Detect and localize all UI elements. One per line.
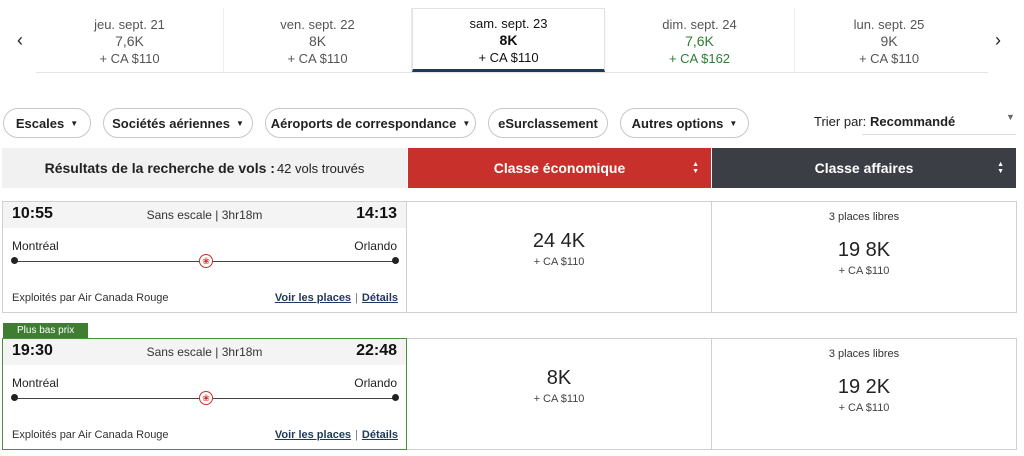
business-fare-cell-2[interactable]: 3 places libres 19 2K + CA $110 bbox=[712, 338, 1017, 450]
connecting-airports-filter-button[interactable]: Aéroports de correspondance ▼ bbox=[265, 108, 476, 138]
flight-links: Voir les places | Détails bbox=[275, 429, 398, 441]
date-tab-label: lun. sept. 25 bbox=[853, 16, 925, 32]
date-tab-label: dim. sept. 24 bbox=[662, 16, 737, 32]
details-link[interactable]: Détails bbox=[362, 292, 398, 304]
destination-dot-icon bbox=[392, 394, 399, 401]
flight-row-1[interactable]: 10:55 Sans escale | 3hr18m 14:13 Montréa… bbox=[2, 201, 407, 313]
date-tab-points: 8K bbox=[308, 32, 327, 49]
caret-down-icon: ▼ bbox=[235, 118, 244, 128]
business-fare-cell-1[interactable]: 3 places libres 19 8K + CA $110 bbox=[712, 201, 1017, 313]
caret-down-icon: ▼ bbox=[462, 118, 471, 128]
date-tab-cash: + CA $110 bbox=[287, 50, 348, 66]
economy-fare-cell-2[interactable]: 8K + CA $110 bbox=[407, 338, 712, 450]
date-tab-sept-25[interactable]: lun. sept. 25 9K + CA $110 bbox=[795, 8, 983, 72]
airlines-filter-label: Sociétés aériennes bbox=[112, 115, 230, 131]
lowest-price-badge: Plus bas prix bbox=[3, 323, 89, 338]
link-separator: | bbox=[355, 429, 358, 441]
economy-cabin-header[interactable]: Classe économique ▲ ▼ bbox=[408, 148, 711, 188]
economy-cabin-label: Classe économique bbox=[493, 160, 626, 176]
date-tab-sept-22[interactable]: ven. sept. 22 8K + CA $110 bbox=[224, 8, 412, 72]
results-count: 42 vols trouvés bbox=[276, 160, 365, 176]
details-link[interactable]: Détails bbox=[362, 429, 398, 441]
date-tab-points: 9K bbox=[880, 32, 898, 49]
business-cash: + CA $110 bbox=[838, 402, 890, 414]
sort-arrows-icon[interactable]: ▲ ▼ bbox=[692, 161, 699, 175]
results-title: Résultats de la recherche de vols : bbox=[44, 160, 275, 176]
date-tab-points: 7,6K bbox=[685, 32, 714, 49]
origin-dot-icon bbox=[11, 394, 18, 401]
sort-select-underline bbox=[862, 134, 1016, 135]
date-tab-cash: + CA $110 bbox=[478, 49, 539, 65]
business-points: 19 2K bbox=[837, 376, 891, 398]
date-tab-sept-24[interactable]: dim. sept. 24 7,6K + CA $162 bbox=[605, 8, 795, 72]
stops-filter-button[interactable]: Escales ▼ bbox=[3, 108, 91, 138]
flight-links: Voir les places | Détails bbox=[275, 292, 398, 304]
operator-text: Exploités par Air Canada Rouge bbox=[12, 429, 169, 441]
date-tab-cash: + CA $110 bbox=[858, 50, 920, 66]
date-tab-label: sam. sept. 23 bbox=[469, 15, 548, 31]
results-header: Résultats de la recherche de vols : 42 v… bbox=[2, 148, 407, 188]
flight-row-2[interactable]: 19:30 Sans escale | 3hr18m 22:48 Montréa… bbox=[2, 338, 407, 450]
arrival-time: 14:13 bbox=[356, 205, 397, 222]
view-seats-link[interactable]: Voir les places bbox=[275, 292, 351, 304]
business-cabin-header[interactable]: Classe affaires ▲ ▼ bbox=[712, 148, 1016, 188]
caret-down-icon: ▼ bbox=[70, 118, 79, 128]
more-options-filter-button[interactable]: Autres options ▼ bbox=[620, 108, 749, 138]
date-tab-label: jeu. sept. 21 bbox=[94, 16, 165, 32]
sort-select[interactable]: Recommandé bbox=[870, 114, 955, 129]
economy-points: 8K bbox=[546, 367, 572, 389]
origin-city: Montréal bbox=[12, 239, 59, 253]
date-tab-cash: + CA $110 bbox=[99, 50, 160, 66]
maple-leaf-icon: ❀ bbox=[199, 254, 213, 268]
date-tab-cash: + CA $162 bbox=[668, 50, 731, 66]
chevron-left-icon[interactable]: ‹ bbox=[8, 28, 32, 52]
destination-city: Orlando bbox=[354, 376, 397, 390]
date-tab-points: 7,6K bbox=[115, 32, 144, 49]
date-tab-label: ven. sept. 22 bbox=[280, 16, 355, 32]
upgrade-filter-label: eSurclassement bbox=[498, 115, 598, 131]
view-seats-link[interactable]: Voir les places bbox=[275, 429, 351, 441]
destination-dot-icon bbox=[392, 257, 399, 264]
more-options-filter-label: Autres options bbox=[631, 115, 724, 131]
seats-available: 3 places libres bbox=[828, 348, 900, 360]
operator-text: Exploités par Air Canada Rouge bbox=[12, 292, 169, 304]
business-points: 19 8K bbox=[837, 239, 891, 261]
upgrade-filter-button[interactable]: eSurclassement bbox=[488, 108, 608, 138]
stops-duration: Sans escale | 3hr18m bbox=[146, 208, 263, 222]
caret-down-icon: ▼ bbox=[729, 118, 738, 128]
maple-leaf-icon: ❀ bbox=[199, 391, 213, 405]
airlines-filter-button[interactable]: Sociétés aériennes ▼ bbox=[103, 108, 253, 138]
connecting-airports-filter-label: Aéroports de correspondance bbox=[270, 115, 457, 131]
economy-points: 24 4K bbox=[532, 230, 586, 252]
origin-city: Montréal bbox=[12, 376, 59, 390]
seats-available: 3 places libres bbox=[828, 211, 900, 223]
date-tab-points: 8K bbox=[499, 31, 518, 48]
economy-cash: + CA $110 bbox=[533, 393, 585, 405]
arrival-time: 22:48 bbox=[356, 342, 397, 359]
economy-fare-cell-1[interactable]: 24 4K + CA $110 bbox=[407, 201, 712, 313]
date-tab-sept-21[interactable]: jeu. sept. 21 7,6K + CA $110 bbox=[36, 8, 224, 72]
origin-dot-icon bbox=[11, 257, 18, 264]
destination-city: Orlando bbox=[354, 239, 397, 253]
business-cash: + CA $110 bbox=[838, 265, 890, 277]
stops-filter-label: Escales bbox=[15, 115, 65, 131]
business-cabin-label: Classe affaires bbox=[814, 160, 914, 176]
date-tab-sept-23-selected[interactable]: sam. sept. 23 8K + CA $110 bbox=[412, 8, 605, 72]
link-separator: | bbox=[355, 292, 358, 304]
sort-label: Trier par: bbox=[814, 114, 867, 129]
date-strip-divider bbox=[36, 72, 988, 73]
economy-cash: + CA $110 bbox=[533, 256, 585, 268]
chevron-right-icon[interactable]: › bbox=[986, 28, 1010, 52]
sort-arrows-icon[interactable]: ▲ ▼ bbox=[997, 161, 1004, 175]
chevron-down-icon[interactable]: ▼ bbox=[1006, 112, 1015, 122]
date-strip: ‹ jeu. sept. 21 7,6K + CA $110 ven. sept… bbox=[0, 0, 1024, 80]
stops-duration: Sans escale | 3hr18m bbox=[146, 345, 263, 359]
